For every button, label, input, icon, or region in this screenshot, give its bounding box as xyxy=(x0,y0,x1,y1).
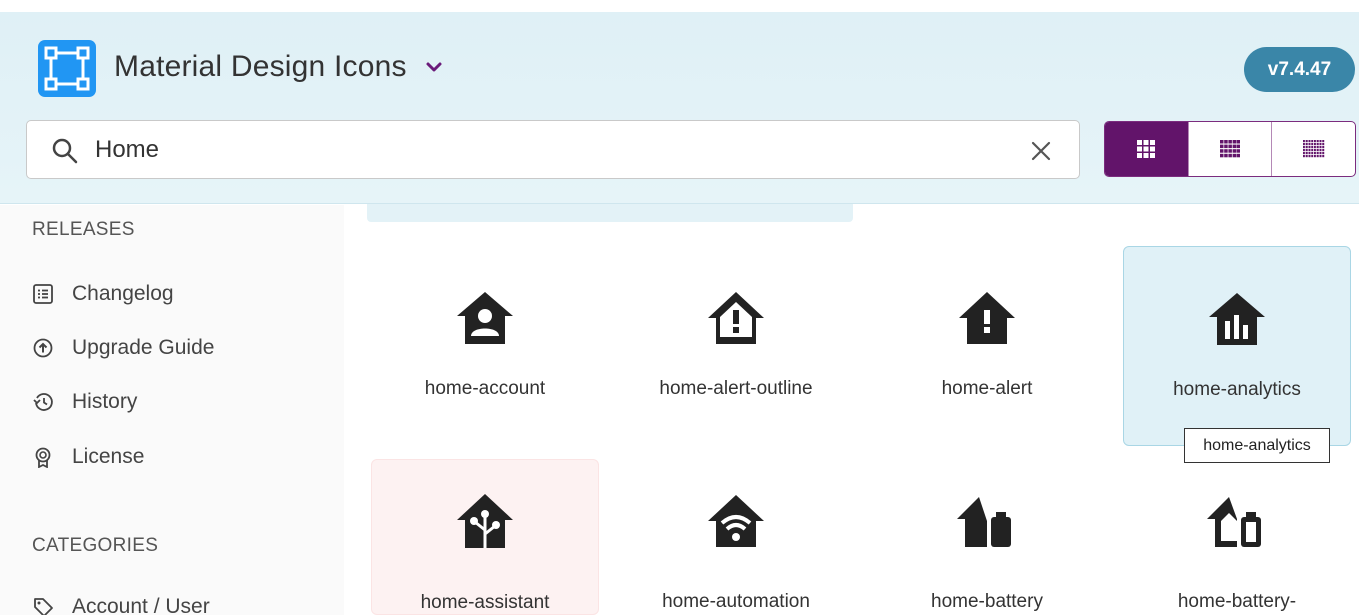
mdi-logo-icon[interactable] xyxy=(38,40,96,97)
sidebar-item-account-user[interactable]: Account / User xyxy=(32,592,210,615)
icon-tile-label: home-assistant xyxy=(420,592,550,613)
home-alert-icon xyxy=(959,292,1015,344)
sidebar-item-changelog[interactable]: Changelog xyxy=(32,279,174,309)
version-badge[interactable]: v7.4.47 xyxy=(1244,47,1355,92)
icon-tile-home-alert-outline[interactable]: home-alert-outline xyxy=(622,246,850,446)
home-alert-outline-icon xyxy=(708,292,764,344)
home-account-icon xyxy=(457,292,513,344)
icon-tile-home-battery[interactable]: home-battery xyxy=(873,459,1101,615)
icon-tile-label: home-alert-outline xyxy=(659,378,813,399)
search-icon xyxy=(52,138,78,164)
icon-tile-label: home-analytics xyxy=(1173,379,1301,400)
search-box xyxy=(26,120,1080,179)
sidebar-item-history[interactable]: History xyxy=(32,387,137,417)
sidebar-item-license[interactable]: License xyxy=(32,442,144,472)
home-battery-outline-icon xyxy=(1207,497,1261,547)
home-automation-icon xyxy=(708,495,764,547)
arrow-up-circle-icon xyxy=(33,338,53,358)
app-title[interactable]: Material Design Icons xyxy=(114,50,407,84)
icon-tile-home-automation[interactable]: home-automation xyxy=(622,459,850,615)
home-analytics-icon xyxy=(1209,293,1265,345)
categories-heading: CATEGORIES xyxy=(32,535,159,556)
tag-outline-icon xyxy=(34,598,53,615)
grid-medium-button[interactable] xyxy=(1187,122,1272,176)
icon-tile-home-battery-outline[interactable]: home-battery- xyxy=(1123,459,1351,615)
license-badge-icon xyxy=(35,447,51,468)
search-input[interactable] xyxy=(95,132,995,168)
icon-tile-label: home-battery- xyxy=(1177,591,1297,612)
sidebar-item-label: Account / User xyxy=(72,595,210,615)
grid-small-icon xyxy=(1302,140,1325,158)
icon-tile-home-account[interactable]: home-account xyxy=(371,246,599,446)
grid-large-button[interactable] xyxy=(1105,122,1188,176)
grid-small-button[interactable] xyxy=(1271,122,1355,176)
releases-heading: RELEASES xyxy=(32,219,135,240)
history-icon xyxy=(33,393,53,411)
icon-tile-home-analytics[interactable]: home-analytics xyxy=(1123,246,1351,446)
icon-tile-label: home-automation xyxy=(662,591,810,612)
header-strip xyxy=(367,204,853,222)
home-assistant-icon xyxy=(457,494,513,548)
close-icon[interactable] xyxy=(1029,139,1053,163)
icon-tile-label: home-account xyxy=(424,378,546,399)
sidebar-item-label: History xyxy=(72,390,138,413)
view-size-toggle xyxy=(1104,121,1356,177)
sidebar-item-label: Upgrade Guide xyxy=(72,336,215,359)
icon-tile-label: home-battery xyxy=(931,591,1043,612)
grid-large-icon xyxy=(1137,140,1156,158)
grid-medium-icon xyxy=(1220,140,1240,158)
sidebar-item-label: Changelog xyxy=(72,282,174,305)
list-box-icon xyxy=(33,284,53,304)
sidebar-item-label: License xyxy=(72,445,145,468)
icon-tile-home-alert[interactable]: home-alert xyxy=(873,246,1101,446)
home-battery-icon xyxy=(957,497,1011,547)
icon-tile-home-assistant[interactable]: home-assistant xyxy=(371,459,599,615)
sidebar-item-upgrade-guide[interactable]: Upgrade Guide xyxy=(32,333,214,363)
tooltip: home-analytics xyxy=(1184,428,1330,463)
icon-tile-label: home-alert xyxy=(941,378,1033,399)
chevron-down-icon[interactable] xyxy=(423,58,445,78)
